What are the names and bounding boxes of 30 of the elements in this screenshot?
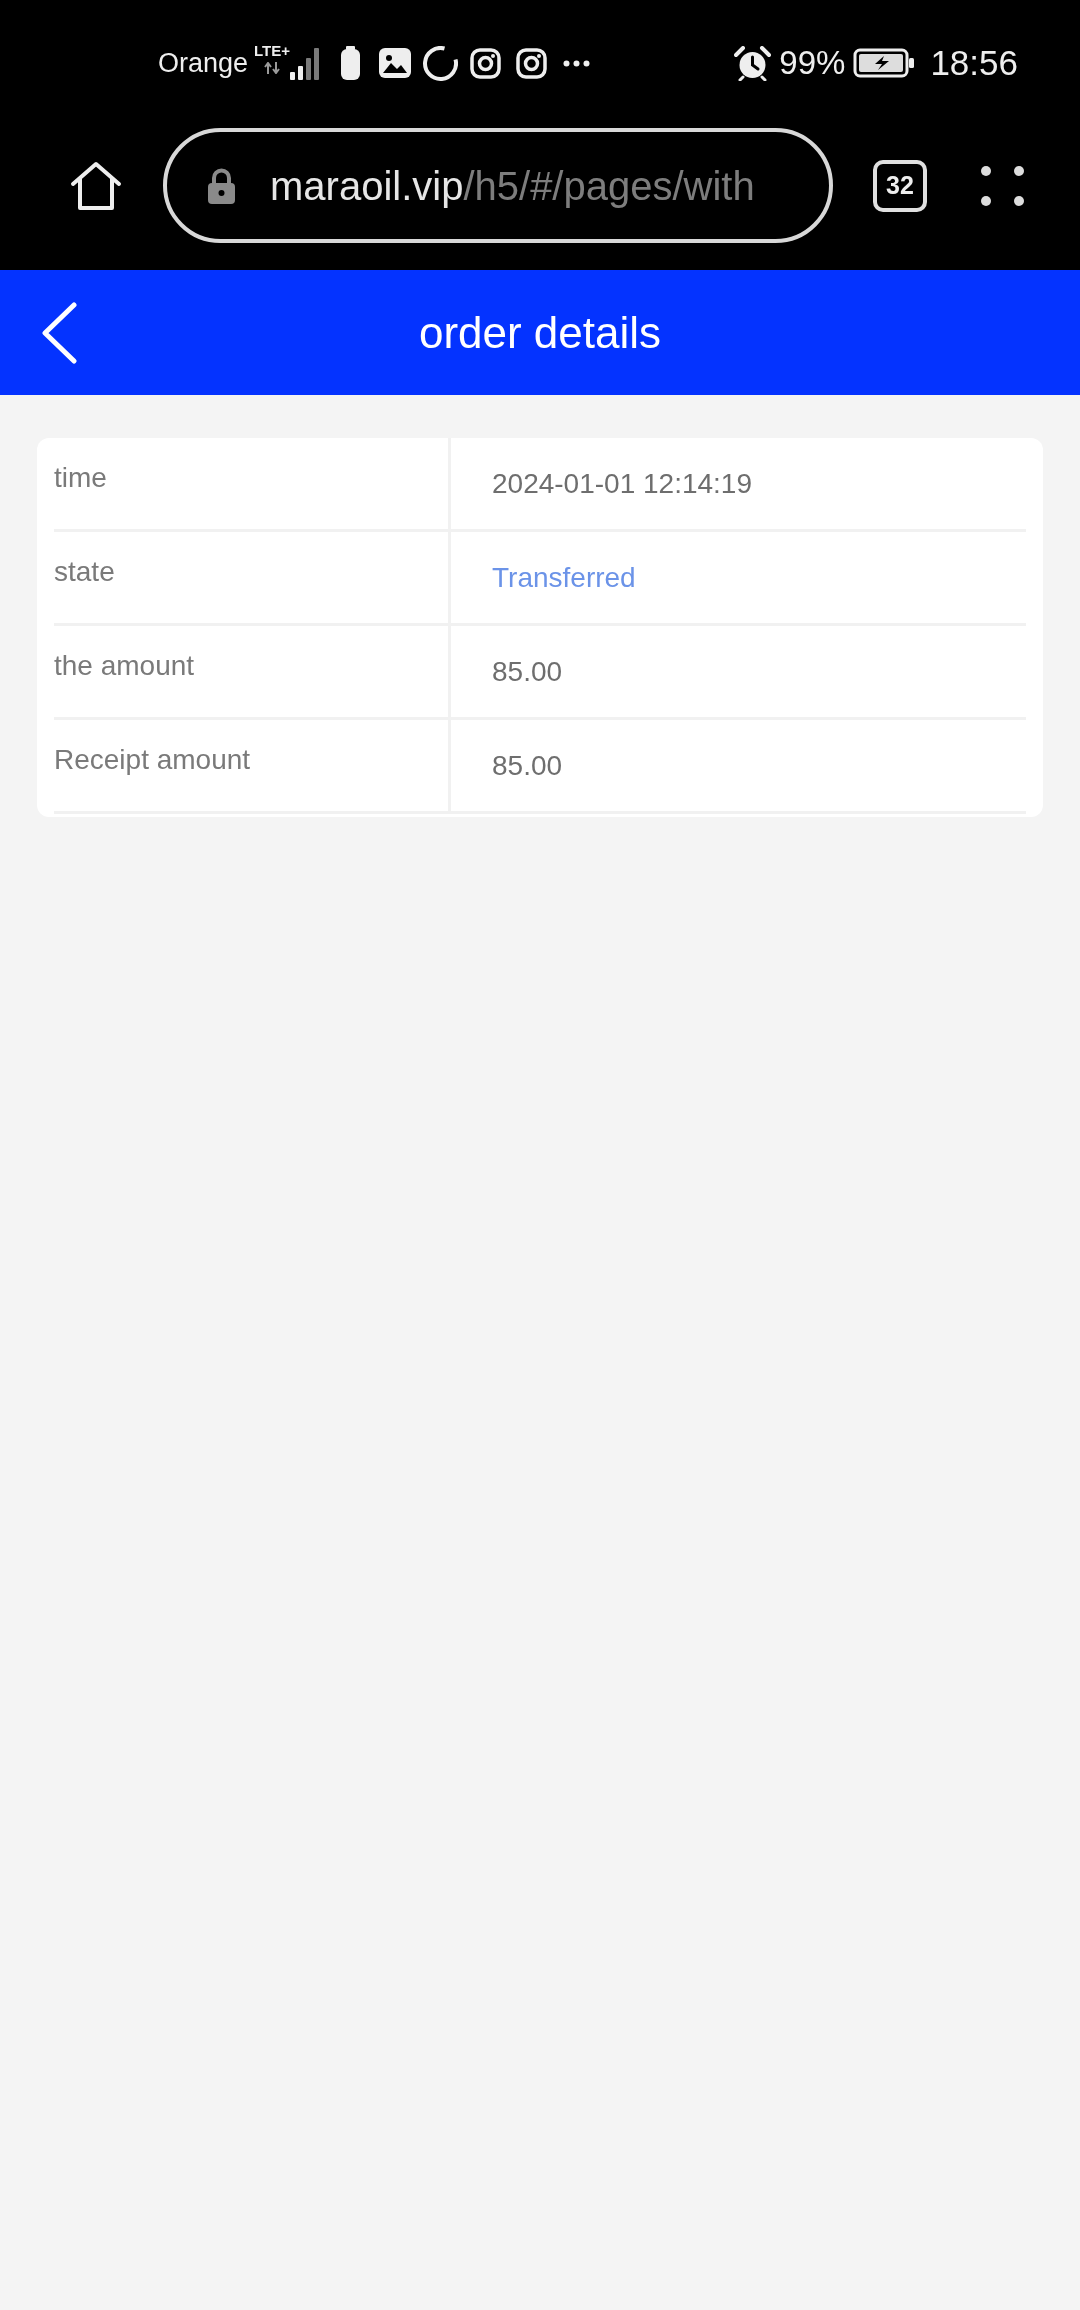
home-icon[interactable] <box>70 159 122 212</box>
address-bar[interactable]: maraoil.vip/h5/#/pages/with <box>163 128 833 243</box>
network-type: LTE+ <box>254 42 291 59</box>
data-arrows-icon <box>263 62 281 74</box>
back-icon[interactable] <box>41 301 77 364</box>
detail-label: Receipt amount <box>54 744 251 775</box>
menu-icon[interactable] <box>981 165 1024 206</box>
ring-icon <box>423 45 459 81</box>
camera-icon <box>470 47 502 79</box>
carrier-name: Orange <box>158 47 249 79</box>
clock-time: 18:56 <box>930 43 1018 83</box>
tab-count-button[interactable]: 32 <box>873 159 927 212</box>
image-icon <box>379 48 412 78</box>
camera-icon <box>516 47 548 79</box>
more-icon <box>563 59 591 67</box>
detail-value: 85.00 <box>492 750 563 781</box>
url-text: maraoil.vip/h5/#/pages/with <box>270 162 755 210</box>
detail-label: time <box>54 462 107 493</box>
lock-icon <box>206 167 237 204</box>
detail-label: state <box>54 556 115 587</box>
detail-value: 85.00 <box>492 656 563 687</box>
battery-percent: 99% <box>779 44 846 82</box>
detail-label: the amount <box>54 650 195 681</box>
alarm-icon <box>734 45 772 81</box>
battery-icon <box>853 48 916 78</box>
signal-icon <box>290 48 322 80</box>
page-title: order details <box>418 306 662 359</box>
small-battery-icon <box>340 46 362 80</box>
detail-value: 2024-01-01 12:14:19 <box>492 468 752 499</box>
status-text: Transferred <box>492 562 636 593</box>
